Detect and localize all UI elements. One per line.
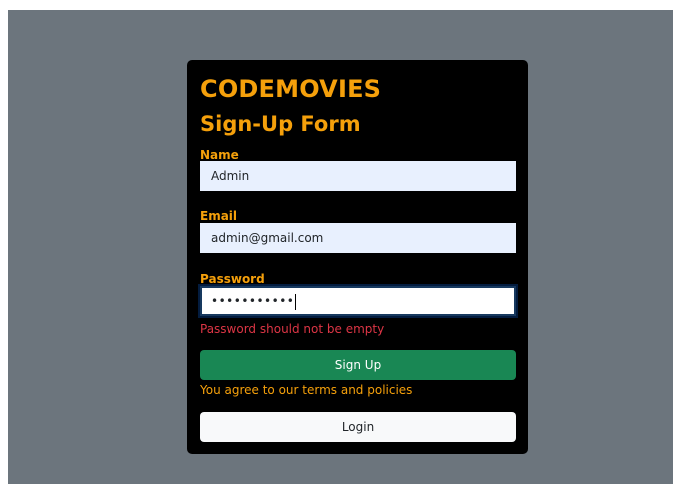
name-field[interactable]: Admin [200,161,516,191]
email-field[interactable]: admin@gmail.com [200,223,516,253]
page-background: CODEMOVIES Sign-Up Form Name Admin Email… [8,10,673,484]
brand-title: CODEMOVIES [200,75,382,103]
email-label: Email [200,209,238,223]
password-error-message: Password should not be empty [200,322,385,336]
text-caret [295,293,297,310]
password-field-value: ••••••••••• [211,294,295,308]
signup-card: CODEMOVIES Sign-Up Form Name Admin Email… [187,60,528,454]
email-field-value: admin@gmail.com [211,231,324,245]
name-field-value: Admin [211,169,250,183]
password-label: Password [200,272,265,286]
terms-text: You agree to our terms and policies [200,383,413,397]
signup-button[interactable]: Sign Up [200,350,516,380]
form-title: Sign-Up Form [200,112,361,136]
password-field[interactable]: ••••••••••• [200,286,516,316]
login-button[interactable]: Login [200,412,516,442]
